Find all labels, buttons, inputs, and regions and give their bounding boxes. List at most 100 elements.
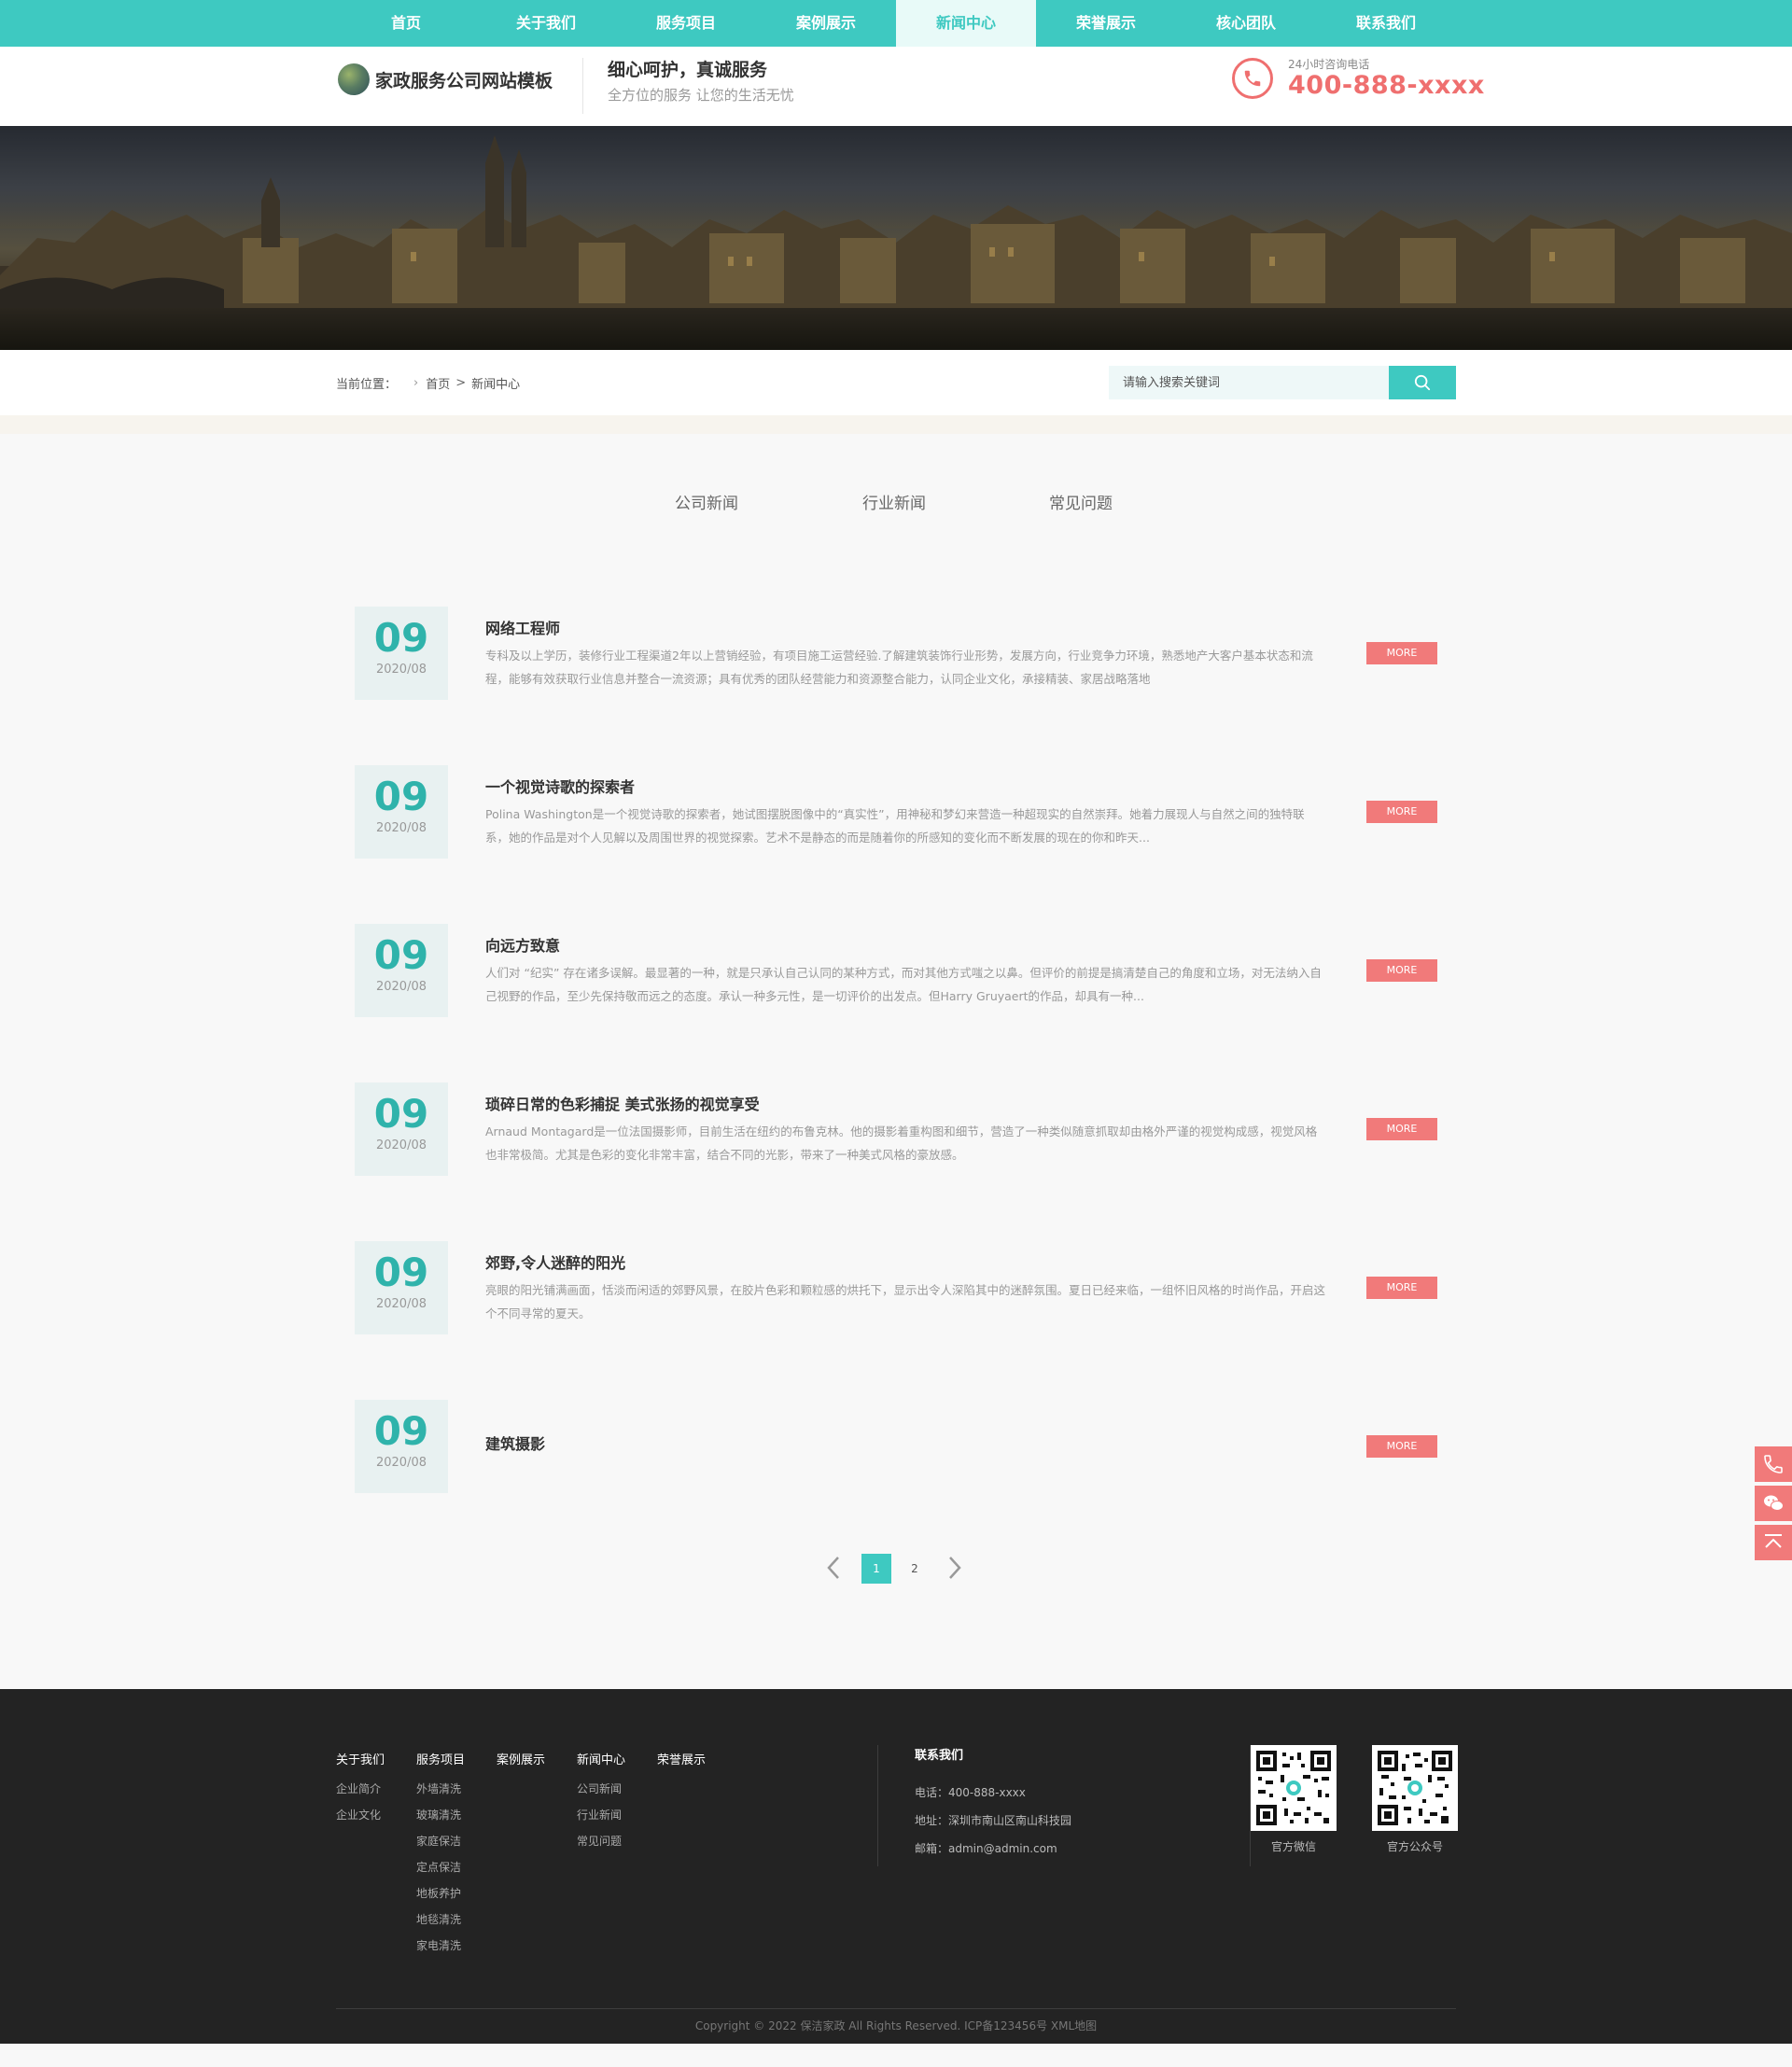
footer-link[interactable]: 企业文化 xyxy=(336,1802,385,1828)
search-button[interactable] xyxy=(1389,366,1456,399)
copyright: Copyright © 2022 保洁家政 All Rights Reserve… xyxy=(694,2019,1098,2032)
date-year-month: 2020/08 xyxy=(375,821,427,835)
nav-item-cases[interactable]: 案例展示 xyxy=(756,0,896,47)
news-item: 09 2020/08 琐碎日常的色彩捕捉 美式张扬的视觉享受 Arnaud Mo… xyxy=(355,1082,1437,1176)
qr-code-icon xyxy=(1251,1745,1337,1831)
breadcrumb: 当前位置： › 首页 > 新闻中心 xyxy=(336,374,520,392)
breadcrumb-label: 当前位置： xyxy=(336,378,398,392)
footer-link[interactable]: 家电清洗 xyxy=(416,1933,465,1959)
breadcrumb-chevron-icon: › xyxy=(413,376,419,390)
site-header: 家政服务公司网站模板 细心呵护，真诚服务 全方位的服务 让您的生活无忧 24小时… xyxy=(0,47,1792,126)
footer-col-head[interactable]: 案例展示 xyxy=(497,1750,545,1767)
nav-item-team[interactable]: 核心团队 xyxy=(1176,0,1316,47)
qr-code-icon xyxy=(1372,1745,1458,1831)
news-description: 人们对 “纪实” 存在诸多误解。最显著的一种，就是只承认自己认同的某种方式，而对… xyxy=(485,966,1322,1003)
breadcrumb-current[interactable]: 新闻中心 xyxy=(471,374,520,392)
news-item: 09 2020/08 郊野,令人迷醉的阳光 亮眼的阳光铺满画面，恬淡而闲适的郊野… xyxy=(355,1241,1437,1334)
news-description: Polina Washington是一个视觉诗歌的探索者，她试图摆脱图像中的“真… xyxy=(485,807,1305,845)
side-phone-button[interactable] xyxy=(1755,1446,1792,1482)
nav-item-contact[interactable]: 联系我们 xyxy=(1316,0,1456,47)
more-button[interactable]: MORE xyxy=(1366,801,1437,823)
footer-link[interactable]: 家庭保洁 xyxy=(416,1828,465,1854)
date-year-month: 2020/08 xyxy=(375,1297,427,1311)
pagination-page-1[interactable]: 1 xyxy=(861,1554,891,1584)
news-title[interactable]: 琐碎日常的色彩捕捉 美式张扬的视觉享受 xyxy=(485,1092,760,1114)
qr-official-account: 官方公众号 xyxy=(1372,1745,1458,1854)
footer-col-head[interactable]: 新闻中心 xyxy=(577,1750,625,1767)
footer-col-head[interactable]: 服务项目 xyxy=(416,1750,465,1767)
footer-link[interactable]: 地毯清洗 xyxy=(416,1906,465,1933)
phone-icon xyxy=(1764,1455,1783,1473)
footer-contact: 联系我们 电话：400-888-xxxx 地址：深圳市南山区南山科技园 邮箱：a… xyxy=(915,1745,1071,1856)
date-day: 09 xyxy=(373,1091,429,1137)
footer-link[interactable]: 定点保洁 xyxy=(416,1854,465,1880)
news-title[interactable]: 一个视觉诗歌的探索者 xyxy=(485,775,635,797)
nav-item-about[interactable]: 关于我们 xyxy=(476,0,616,47)
pagination-next-icon[interactable] xyxy=(948,1556,961,1584)
news-title[interactable]: 向远方致意 xyxy=(485,933,560,956)
news-item: 09 2020/08 建筑摄影 MORE xyxy=(355,1400,1437,1493)
footer-contact-phone: 电话：400-888-xxxx xyxy=(915,1786,1026,1799)
date-box: 09 2020/08 xyxy=(355,1400,448,1493)
breadcrumb-separator: > xyxy=(455,376,467,390)
news-item: 09 2020/08 一个视觉诗歌的探索者 Polina Washington是… xyxy=(355,765,1437,859)
footer-col-services: 服务项目 外墙清洗 玻璃清洗 家庭保洁 定点保洁 地板养护 地毯清洗 家电清洗 xyxy=(416,1750,465,1959)
news-title[interactable]: 建筑摄影 xyxy=(485,1432,545,1454)
logo[interactable]: 家政服务公司网站模板 xyxy=(338,63,553,95)
tab-industry-news[interactable]: 行业新闻 xyxy=(862,490,926,513)
more-button[interactable]: MORE xyxy=(1366,959,1437,982)
date-year-month: 2020/08 xyxy=(375,1138,427,1152)
tab-faq[interactable]: 常见问题 xyxy=(1049,490,1113,513)
breadcrumb-home[interactable]: 首页 xyxy=(426,374,450,392)
date-day: 09 xyxy=(373,1250,429,1295)
date-day: 09 xyxy=(373,615,429,661)
footer-link[interactable]: 公司新闻 xyxy=(577,1776,625,1802)
footer-link[interactable]: 企业简介 xyxy=(336,1776,385,1802)
footer-rule xyxy=(336,2008,1456,2009)
news-title[interactable]: 网络工程师 xyxy=(485,616,560,638)
more-button[interactable]: MORE xyxy=(1366,1277,1437,1299)
news-title[interactable]: 郊野,令人迷醉的阳光 xyxy=(485,1250,625,1273)
footer-link[interactable]: 行业新闻 xyxy=(577,1802,625,1828)
more-button[interactable]: MORE xyxy=(1366,1118,1437,1140)
date-box: 09 2020/08 xyxy=(355,1082,448,1176)
news-item: 09 2020/08 网络工程师 专科及以上学历，装修行业工程渠道2年以上营销经… xyxy=(355,607,1437,700)
tab-company-news[interactable]: 公司新闻 xyxy=(675,490,738,513)
search-input[interactable] xyxy=(1109,366,1389,399)
pagination-page-2[interactable]: 2 xyxy=(900,1554,930,1584)
slogan-sub: 全方位的服务 让您的生活无忧 xyxy=(608,87,794,104)
banner-water xyxy=(0,308,1792,350)
bottom-strip xyxy=(0,2044,1792,2067)
category-tabs: 公司新闻 行业新闻 常见问题 xyxy=(0,490,1792,518)
section-stripe xyxy=(0,415,1792,434)
side-back-to-top-button[interactable] xyxy=(1755,1525,1792,1560)
phone-number: 400-888-xxxx xyxy=(1288,71,1485,100)
nav-item-honors[interactable]: 荣誉展示 xyxy=(1036,0,1176,47)
footer-link[interactable]: 玻璃清洗 xyxy=(416,1802,465,1828)
footer-col-head[interactable]: 关于我们 xyxy=(336,1750,385,1767)
pagination-prev-icon[interactable] xyxy=(827,1556,840,1584)
search-icon xyxy=(1414,374,1431,391)
phone-label: 24小时咨询电话 xyxy=(1288,58,1370,71)
news-description: Arnaud Montagard是一位法国摄影师，目前生活在纽约的布鲁克林。他的… xyxy=(485,1124,1318,1162)
more-button[interactable]: MORE xyxy=(1366,1435,1437,1458)
slogan: 细心呵护，真诚服务 全方位的服务 让您的生活无忧 xyxy=(608,56,794,105)
side-float-toolbar xyxy=(1755,1446,1792,1564)
news-item: 09 2020/08 向远方致意 人们对 “纪实” 存在诸多误解。最显著的一种，… xyxy=(355,924,1437,1017)
news-description: 亮眼的阳光铺满画面，恬淡而闲适的郊野风景，在胶片色彩和颗粒感的烘托下，显示出令人… xyxy=(485,1283,1325,1320)
nav-item-home[interactable]: 首页 xyxy=(336,0,476,47)
nav-item-services[interactable]: 服务项目 xyxy=(616,0,756,47)
nav-item-news[interactable]: 新闻中心 xyxy=(896,0,1036,47)
top-nav: 首页 关于我们 服务项目 案例展示 新闻中心 荣誉展示 核心团队 联系我们 xyxy=(0,0,1792,47)
footer-link[interactable]: 地板养护 xyxy=(416,1880,465,1906)
qr-wechat: 官方微信 xyxy=(1251,1745,1337,1854)
side-wechat-button[interactable] xyxy=(1755,1486,1792,1521)
date-box: 09 2020/08 xyxy=(355,1241,448,1334)
top-nav-inner: 首页 关于我们 服务项目 案例展示 新闻中心 荣誉展示 核心团队 联系我们 xyxy=(336,0,1456,47)
footer-link[interactable]: 常见问题 xyxy=(577,1828,625,1854)
footer-link[interactable]: 外墙清洗 xyxy=(416,1776,465,1802)
date-box: 09 2020/08 xyxy=(355,765,448,859)
footer-contact-email[interactable]: 邮箱：admin@admin.com xyxy=(915,1841,1071,1856)
footer-col-head[interactable]: 荣誉展示 xyxy=(657,1750,706,1767)
more-button[interactable]: MORE xyxy=(1366,642,1437,664)
